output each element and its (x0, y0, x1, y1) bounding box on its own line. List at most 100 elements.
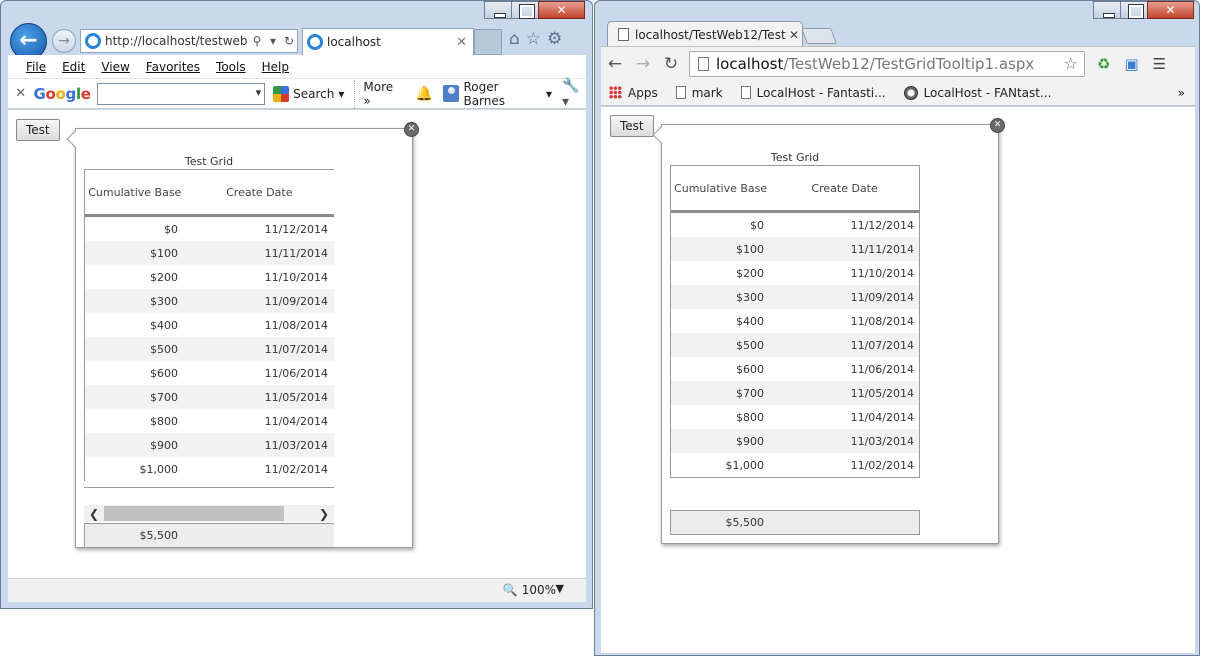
test-button[interactable]: Test (16, 119, 60, 141)
table-row[interactable]: $500 11/07/2014 (671, 333, 919, 357)
bookmark-apps[interactable]: Apps (609, 86, 658, 100)
table-row[interactable]: $200 11/10/2014 (85, 265, 334, 289)
horizontal-scrollbar[interactable]: ❮ ❯ (84, 505, 334, 522)
table-row[interactable]: $0 11/12/2014 (671, 213, 919, 237)
table-row[interactable]: $1,000 11/02/2014 (671, 453, 919, 477)
table-row[interactable]: $900 11/03/2014 (85, 433, 334, 457)
footer-total: $5,500 (139, 529, 179, 542)
zoom-dropdown-icon[interactable]: ▼ (556, 582, 564, 595)
zoom-level: 100% (521, 583, 556, 597)
chrome-page-content: Test ✕ Test Grid Cumulative Base Create … (601, 107, 1195, 653)
bookmark-mark[interactable]: mark (675, 86, 723, 100)
menu-view[interactable]: View (101, 60, 129, 74)
bookmark-star-icon[interactable]: ☆ (1064, 54, 1078, 73)
address-url[interactable]: http://localhost/testweb12 (105, 34, 249, 48)
bell-icon[interactable]: 🔔 (415, 86, 432, 102)
gear-icon[interactable]: ⚙ (547, 29, 562, 49)
back-icon[interactable]: ← (601, 54, 629, 74)
minimize-button[interactable] (1093, 1, 1121, 19)
bookmark-localhost-fantast[interactable]: LocalHost - FANtast... (903, 85, 1051, 100)
scrollbar-thumb[interactable] (104, 506, 284, 521)
table-row[interactable]: $700 11/05/2014 (671, 381, 919, 405)
scroll-right-icon[interactable]: ❯ (314, 507, 334, 521)
grid-footer: $5,500 (670, 510, 920, 535)
more-button[interactable]: More » (354, 79, 403, 108)
cell-cumulative-base: $100 (150, 246, 178, 260)
table-row[interactable]: $500 11/07/2014 (85, 337, 334, 361)
maximize-button[interactable] (1120, 1, 1148, 19)
cell-cumulative-base: $100 (736, 242, 764, 256)
menu-file[interactable]: File (26, 60, 46, 74)
data-grid: Cumulative Base Create Date $0 11/12/2014… (84, 169, 334, 481)
table-row[interactable]: $600 11/06/2014 (671, 357, 919, 381)
col-header-cumulative-base[interactable]: Cumulative Base (85, 185, 185, 200)
maximize-button[interactable] (511, 1, 539, 19)
table-row[interactable]: $400 11/08/2014 (85, 313, 334, 337)
search-icon[interactable]: ⚲ (249, 34, 265, 48)
cast-icon[interactable]: ▣ (1124, 55, 1138, 73)
reload-icon[interactable]: ↻ (657, 54, 685, 74)
table-row[interactable]: $300 11/09/2014 (85, 289, 334, 313)
address-bar[interactable]: http://localhost/testweb12 ⚲ ▾ ↻ (80, 29, 298, 53)
table-row[interactable]: $0 11/12/2014 (85, 217, 334, 241)
ie-tab-logo-icon (307, 34, 323, 50)
table-row[interactable]: $700 11/05/2014 (85, 385, 334, 409)
zoom-control[interactable]: 🔍 100% (503, 583, 556, 597)
omnibox[interactable]: localhost/TestWeb12/TestGridTooltip1.asp… (689, 50, 1085, 77)
forward-button[interactable]: → (52, 29, 76, 53)
bookmarks-overflow-icon[interactable]: » (1178, 86, 1185, 100)
close-tooltip-icon[interactable]: ✕ (990, 118, 1005, 133)
test-button[interactable]: Test (610, 115, 654, 137)
table-row[interactable]: $600 11/06/2014 (85, 361, 334, 385)
table-row[interactable]: $400 11/08/2014 (671, 309, 919, 333)
google-search-button[interactable]: Search ▾ (273, 85, 344, 102)
scroll-left-icon[interactable]: ❮ (84, 507, 104, 521)
wrench-icon[interactable]: 🔧▾ (562, 78, 586, 110)
new-tab-button[interactable] (801, 28, 837, 44)
page-icon (618, 28, 629, 41)
cell-create-date: 11/03/2014 (264, 438, 328, 452)
menu-icon[interactable]: ☰ (1153, 55, 1166, 73)
extension-icon[interactable]: ♻ (1097, 55, 1110, 73)
new-tab-button[interactable] (474, 29, 502, 55)
menu-favorites[interactable]: Favorites (146, 60, 200, 74)
cell-create-date: 11/10/2014 (264, 270, 328, 284)
grid-header: Cumulative Base Create Date (85, 169, 334, 217)
dropdown-arrow-icon[interactable]: ▾ (265, 34, 281, 48)
home-icon[interactable]: ⌂ (509, 29, 520, 49)
close-window-button[interactable] (538, 1, 585, 19)
tab-localhost[interactable]: localhost ✕ (302, 28, 474, 55)
grid-body: $0 11/12/2014 $100 11/11/2014 $200 11/10/2014… (671, 213, 919, 477)
close-toolbar-icon[interactable]: ✕ (8, 86, 33, 101)
table-row[interactable]: $300 11/09/2014 (671, 285, 919, 309)
refresh-icon[interactable]: ↻ (281, 34, 297, 48)
close-tab-icon[interactable]: ✕ (786, 28, 802, 42)
favorites-star-icon[interactable]: ☆ (526, 29, 541, 49)
cell-cumulative-base: $800 (736, 410, 764, 424)
table-row[interactable]: $900 11/03/2014 (671, 429, 919, 453)
cell-cumulative-base: $200 (736, 266, 764, 280)
menu-help[interactable]: Help (262, 60, 289, 74)
table-row[interactable]: $800 11/04/2014 (85, 409, 334, 433)
user-account-button[interactable]: Roger Barnes ▾ (442, 80, 552, 108)
close-tooltip-icon[interactable]: ✕ (404, 122, 419, 137)
table-row[interactable]: $200 11/10/2014 (671, 261, 919, 285)
table-row[interactable]: $1,000 11/02/2014 (85, 457, 334, 481)
bookmark-localhost-fantastic[interactable]: LocalHost - Fantasti... (740, 86, 886, 100)
table-row[interactable]: $800 11/04/2014 (671, 405, 919, 429)
tab-testweb12[interactable]: localhost/TestWeb12/Test ✕ (607, 21, 803, 47)
cell-create-date: 11/09/2014 (264, 294, 328, 308)
col-header-create-date[interactable]: Create Date (185, 185, 334, 200)
table-row[interactable]: $100 11/11/2014 (85, 241, 334, 265)
col-header-create-date[interactable]: Create Date (770, 181, 919, 196)
forward-icon[interactable]: → (629, 54, 657, 74)
col-header-cumulative-base[interactable]: Cumulative Base (671, 181, 770, 196)
menu-tools[interactable]: Tools (216, 60, 246, 74)
close-window-button[interactable] (1147, 1, 1194, 19)
table-row[interactable]: $100 11/11/2014 (671, 237, 919, 261)
menu-edit[interactable]: Edit (62, 60, 85, 74)
minimize-button[interactable] (484, 1, 512, 19)
google-search-input[interactable] (96, 82, 266, 105)
cell-cumulative-base: $600 (150, 366, 178, 380)
close-tab-icon[interactable]: ✕ (456, 35, 467, 50)
